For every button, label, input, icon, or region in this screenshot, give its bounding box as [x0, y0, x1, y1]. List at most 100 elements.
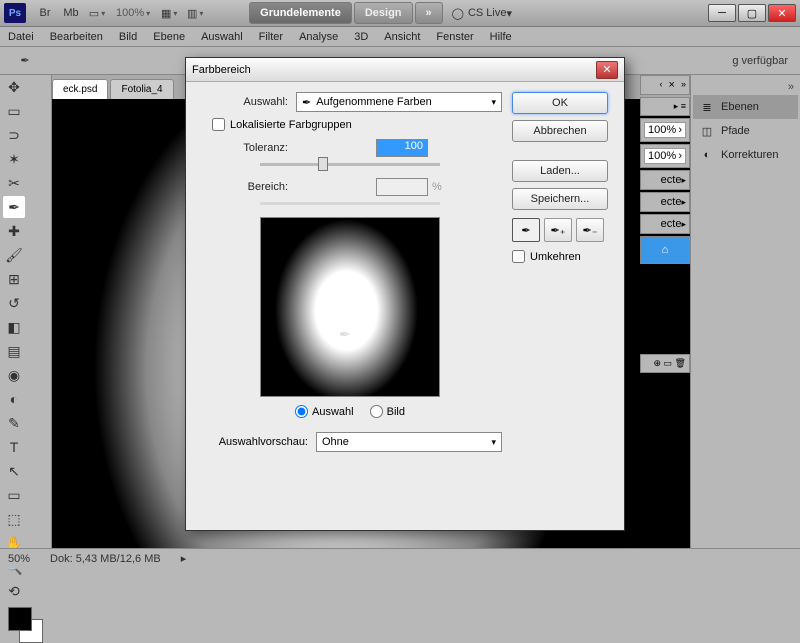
fill-row[interactable]: 100%›: [640, 144, 690, 168]
layer-row-2[interactable]: ecte▸: [640, 192, 690, 212]
menu-bild[interactable]: Bild: [119, 31, 137, 43]
status-zoom[interactable]: 50%: [8, 553, 30, 565]
menu-bearbeiten[interactable]: Bearbeiten: [50, 31, 103, 43]
vorschau-select[interactable]: Ohne: [316, 432, 502, 452]
farbbereich-dialog: Farbbereich ✕ Auswahl: ✒ Aufgenommene Fa…: [185, 57, 625, 531]
eraser-tool[interactable]: ◧: [3, 316, 25, 338]
dodge-tool[interactable]: ◐: [3, 388, 25, 410]
status-docsize[interactable]: Dok: 5,43 MB/12,6 MB: [50, 553, 161, 565]
dialog-close-button[interactable]: ✕: [596, 61, 618, 79]
dialog-titlebar[interactable]: Farbbereich ✕: [186, 58, 624, 82]
auswahl-select[interactable]: ✒ Aufgenommene Farben: [296, 92, 502, 112]
extras-icon[interactable]: ▥: [186, 4, 204, 22]
3d-tool[interactable]: ⬚: [3, 508, 25, 530]
bereich-slider: [260, 202, 440, 205]
menu-auswahl[interactable]: Auswahl: [201, 31, 243, 43]
invert-checkbox-input[interactable]: [512, 250, 525, 263]
slider-thumb[interactable]: [318, 157, 328, 171]
window-minimize-button[interactable]: ─: [708, 4, 736, 22]
rotate-tool[interactable]: ⟲: [3, 580, 25, 602]
crop-tool[interactable]: ✂: [3, 172, 25, 194]
close-icon[interactable]: ×: [669, 79, 675, 91]
zoom-level[interactable]: 100%: [116, 7, 150, 19]
collapse-arrows[interactable]: ▸ ≡: [640, 97, 690, 116]
chevron-icon: ›: [678, 124, 682, 136]
menu-ebene[interactable]: Ebene: [153, 31, 185, 43]
layer-bg-row[interactable]: ⌂: [640, 236, 690, 264]
menu-filter[interactable]: Filter: [259, 31, 283, 43]
radio-auswahl-input[interactable]: [295, 405, 308, 418]
path-select-tool[interactable]: ↖: [3, 460, 25, 482]
app-logo: Ps: [4, 3, 26, 23]
window-close-button[interactable]: ✕: [768, 4, 796, 22]
marquee-tool[interactable]: ▭: [3, 100, 25, 122]
eyedropper-sample-button[interactable]: ✒: [512, 218, 540, 242]
tab-eck[interactable]: eck.psd: [52, 79, 108, 99]
eyedropper-add-button[interactable]: ✒₊: [544, 218, 572, 242]
panel-korrekturen[interactable]: ◐Korrekturen: [693, 143, 798, 167]
save-button[interactable]: Speichern...: [512, 188, 608, 210]
bereich-input: [376, 178, 428, 196]
cslive-button[interactable]: ◯ CS Live ▾: [452, 7, 512, 20]
panel-ebenen[interactable]: ≣Ebenen: [693, 95, 798, 119]
layer-row-1[interactable]: ecte▸: [640, 170, 690, 190]
invert-checkbox[interactable]: Umkehren: [512, 250, 612, 263]
eyedropper-icon: ✒: [302, 96, 311, 109]
window-maximize-button[interactable]: ▢: [738, 4, 766, 22]
blur-tool[interactable]: ◉: [3, 364, 25, 386]
lasso-tool[interactable]: ⊃: [3, 124, 25, 146]
shape-tool[interactable]: ▭: [3, 484, 25, 506]
layer-row-3[interactable]: ecte▸: [640, 214, 690, 234]
pen-tool[interactable]: ✎: [3, 412, 25, 434]
toleranz-input[interactable]: 100: [376, 139, 428, 157]
adjustments-icon: ◐: [699, 147, 715, 163]
stamp-tool[interactable]: ⊞: [3, 268, 25, 290]
type-tool[interactable]: T: [3, 436, 25, 458]
eyedropper-subtract-button[interactable]: ✒₋: [576, 218, 604, 242]
auswahl-label: Auswahl:: [198, 96, 288, 108]
cancel-button[interactable]: Abbrechen: [512, 120, 608, 142]
foreground-color-swatch[interactable]: [8, 607, 32, 631]
selection-preview[interactable]: ✒: [260, 217, 440, 397]
gradient-tool[interactable]: ▤: [3, 340, 25, 362]
ok-button[interactable]: OK: [512, 92, 608, 114]
arrange-icon[interactable]: ▦: [160, 4, 178, 22]
minibridge-icon[interactable]: Mb: [62, 4, 80, 22]
radio-bild-input[interactable]: [370, 405, 383, 418]
menu-hilfe[interactable]: Hilfe: [490, 31, 512, 43]
panel-tabs-icons[interactable]: ‹ × »: [640, 75, 690, 95]
invert-label: Umkehren: [530, 251, 581, 263]
menu-fenster[interactable]: Fenster: [436, 31, 473, 43]
lokalisierte-checkbox[interactable]: Lokalisierte Farbgruppen: [212, 118, 502, 131]
eyedropper-tool-icon: ✒: [16, 52, 34, 70]
wand-tool[interactable]: ✶: [3, 148, 25, 170]
screenmode-icon[interactable]: ▭: [88, 4, 106, 22]
status-arrow-icon[interactable]: ▸: [181, 552, 187, 565]
layers-footer-icons[interactable]: ⊕ ▭ 🗑: [640, 354, 690, 373]
color-swatches[interactable]: [8, 607, 43, 643]
bridge-icon[interactable]: Br: [36, 4, 54, 22]
toleranz-slider[interactable]: [260, 163, 440, 166]
panel-collapse-icon[interactable]: »: [693, 79, 798, 95]
workspace-more[interactable]: »: [415, 2, 443, 24]
brush-tool[interactable]: 🖌: [3, 244, 25, 266]
menu-datei[interactable]: Datei: [8, 31, 34, 43]
menu-3d[interactable]: 3D: [354, 31, 368, 43]
history-brush-tool[interactable]: ↺: [3, 292, 25, 314]
opacity-row[interactable]: 100%›: [640, 118, 690, 142]
tab-fotolia[interactable]: Fotolia_4: [110, 79, 173, 99]
load-button[interactable]: Laden...: [512, 160, 608, 182]
dialog-title: Farbbereich: [192, 64, 251, 76]
radio-auswahl[interactable]: Auswahl: [295, 405, 354, 418]
radio-bild[interactable]: Bild: [370, 405, 405, 418]
heal-tool[interactable]: ✚: [3, 220, 25, 242]
panel-pfade[interactable]: ◫Pfade: [693, 119, 798, 143]
menu-analyse[interactable]: Analyse: [299, 31, 338, 43]
lokalisierte-checkbox-input[interactable]: [212, 118, 225, 131]
eyedropper-tool[interactable]: ✒: [3, 196, 25, 218]
menu-ansicht[interactable]: Ansicht: [384, 31, 420, 43]
move-tool[interactable]: ✥: [3, 76, 25, 98]
workspace-grundelemente[interactable]: Grundelemente: [249, 2, 352, 24]
workspace-design[interactable]: Design: [354, 2, 413, 24]
panel-dock-right: » ≣Ebenen ◫Pfade ◐Korrekturen: [690, 75, 800, 548]
